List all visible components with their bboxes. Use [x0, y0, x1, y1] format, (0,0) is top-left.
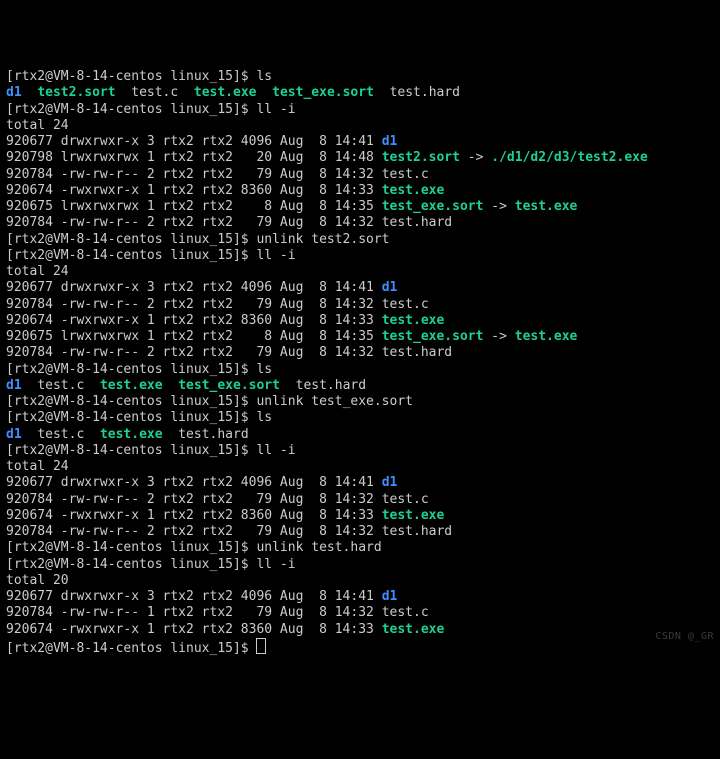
file-test-c: test.c: [382, 297, 429, 312]
prompt: [rtx2@VM-8-14-centos linux_15]$: [6, 69, 256, 84]
prompt: [rtx2@VM-8-14-centos linux_15]$: [6, 540, 256, 555]
file-test-exe: test.exe: [100, 427, 163, 442]
file-test-exe-sort: test_exe.sort: [272, 85, 374, 100]
file-test-c: test.c: [37, 427, 84, 442]
dir-d1: d1: [382, 134, 398, 149]
prompt: [rtx2@VM-8-14-centos linux_15]$: [6, 443, 256, 458]
total: total 24: [6, 264, 69, 279]
symlink-target-test2: ./d1/d2/d3/test2.exe: [491, 150, 648, 165]
prompt: [rtx2@VM-8-14-centos linux_15]$: [6, 410, 256, 425]
total: total 24: [6, 459, 69, 474]
cmd: ls: [256, 69, 272, 84]
file-test-exe-sort: test_exe.sort: [382, 329, 484, 344]
file-test-hard: test.hard: [382, 215, 452, 230]
symlink-target-testexe: test.exe: [515, 199, 578, 214]
cmd: ll -i: [256, 443, 295, 458]
file-test-exe: test.exe: [382, 183, 445, 198]
cursor-icon: [256, 638, 266, 654]
prompt: [rtx2@VM-8-14-centos linux_15]$: [6, 641, 256, 656]
cmd: ls: [256, 362, 272, 377]
file-test2-sort: test2.sort: [37, 85, 115, 100]
dir-d1: d1: [6, 378, 22, 393]
file-test-exe-sort: test_exe.sort: [382, 199, 484, 214]
prompt: [rtx2@VM-8-14-centos linux_15]$: [6, 557, 256, 572]
prompt: [rtx2@VM-8-14-centos linux_15]$: [6, 102, 256, 117]
dir-d1: d1: [382, 589, 398, 604]
symlink-target-testexe: test.exe: [515, 329, 578, 344]
file-test-exe: test.exe: [100, 378, 163, 393]
total: total 20: [6, 573, 69, 588]
file-test-exe: test.exe: [382, 508, 445, 523]
dir-d1: d1: [382, 475, 398, 490]
file-test-c: test.c: [382, 167, 429, 182]
watermark: CSDN @_GR: [655, 631, 714, 644]
file-test-exe-sort: test_exe.sort: [178, 378, 280, 393]
cmd: ls: [256, 410, 272, 425]
cmd: unlink test2.sort: [256, 232, 389, 247]
prompt: [rtx2@VM-8-14-centos linux_15]$: [6, 248, 256, 263]
dir-d1: d1: [6, 85, 22, 100]
prompt: [rtx2@VM-8-14-centos linux_15]$: [6, 394, 256, 409]
cmd: unlink test_exe.sort: [256, 394, 413, 409]
terminal[interactable]: [rtx2@VM-8-14-centos linux_15]$ ls d1 te…: [6, 69, 714, 657]
dir-d1: d1: [382, 280, 398, 295]
cmd: unlink test.hard: [256, 540, 381, 555]
file-test-hard: test.hard: [390, 85, 460, 100]
file-test-hard: test.hard: [382, 345, 452, 360]
prompt: [rtx2@VM-8-14-centos linux_15]$: [6, 362, 256, 377]
file-test-c: test.c: [382, 492, 429, 507]
file-test-c: test.c: [131, 85, 178, 100]
file-test-exe: test.exe: [382, 622, 445, 637]
file-test2-sort: test2.sort: [382, 150, 460, 165]
file-test-hard: test.hard: [382, 524, 452, 539]
prompt: [rtx2@VM-8-14-centos linux_15]$: [6, 232, 256, 247]
file-test-exe: test.exe: [382, 313, 445, 328]
cmd: ll -i: [256, 557, 295, 572]
total: total 24: [6, 118, 69, 133]
cmd: ll -i: [256, 248, 295, 263]
cmd: ll -i: [256, 102, 295, 117]
file-test-c: test.c: [382, 605, 429, 620]
file-test-c: test.c: [37, 378, 84, 393]
file-test-exe: test.exe: [194, 85, 257, 100]
file-test-hard: test.hard: [296, 378, 366, 393]
dir-d1: d1: [6, 427, 22, 442]
file-test-hard: test.hard: [178, 427, 248, 442]
